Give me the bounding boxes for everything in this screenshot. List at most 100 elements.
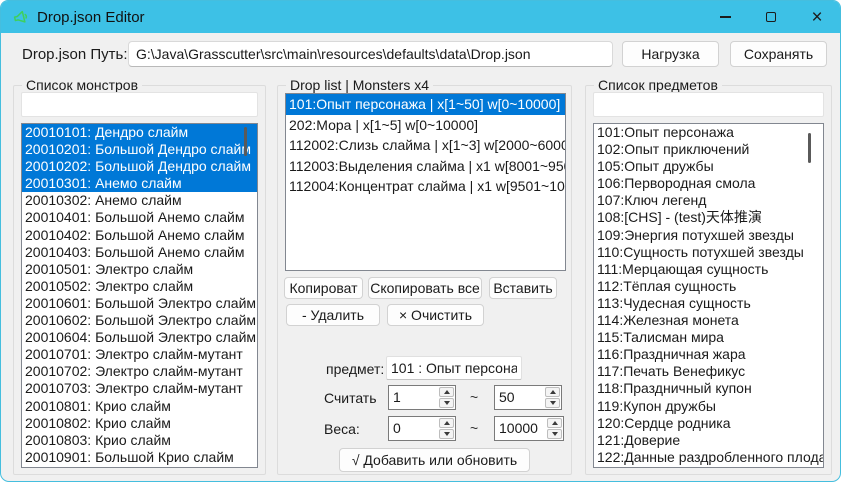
item-list[interactable]: 101:Опыт персонажа102:Опыт приключений10… — [593, 123, 824, 468]
count-max-stepper[interactable]: 50 — [494, 385, 562, 410]
count-max-value: 50 — [495, 386, 544, 409]
minimize-button[interactable] — [702, 1, 748, 33]
add-or-update-button[interactable]: √ Добавить или обновить — [339, 448, 530, 472]
weight-min-down-button[interactable] — [439, 429, 454, 439]
list-item[interactable]: 120:Сердце родника — [594, 415, 823, 432]
list-item[interactable]: 20010501: Электро слайм — [22, 261, 257, 278]
monster-list[interactable]: 20010101: Дендро слайм20010201: Большой … — [21, 123, 258, 468]
list-item[interactable]: 112:Тёплая сущность — [594, 278, 823, 295]
list-item[interactable]: 112004:Концентрат слайма | x1 w[9501~100… — [286, 176, 565, 197]
copy-all-button[interactable]: Скопировать все — [368, 277, 482, 299]
megaphone-app-icon — [11, 8, 29, 26]
list-item[interactable]: 20010302: Анемо слайм — [22, 192, 257, 209]
list-item[interactable]: 20010604: Большой Электро слайм — [22, 329, 257, 346]
list-item[interactable]: 20010601: Большой Электро слайм — [22, 295, 257, 312]
item-field[interactable] — [386, 356, 522, 380]
list-item[interactable]: 202:Мора | x[1~5] w[0~10000] — [286, 115, 565, 136]
list-item[interactable]: 107:Ключ легенд — [594, 192, 823, 209]
weight-min-value: 0 — [389, 417, 438, 440]
clear-button[interactable]: × Очистить — [387, 304, 484, 326]
list-item[interactable]: 20010101: Дендро слайм — [22, 124, 257, 141]
weight-max-stepper[interactable]: 10000 — [494, 416, 564, 441]
arrow-up-icon — [550, 390, 556, 394]
list-item[interactable]: 105:Опыт дружбы — [594, 158, 823, 175]
list-item[interactable]: 118:Праздничный купон — [594, 380, 823, 397]
count-max-up-button[interactable] — [545, 387, 560, 397]
item-search-input[interactable] — [593, 92, 824, 117]
monster-search-input[interactable] — [21, 92, 258, 117]
window-controls: × — [702, 1, 840, 33]
list-item[interactable]: 112003:Выделения слайма | x1 w[8001~9500… — [286, 156, 565, 177]
drop-list[interactable]: 101:Опыт персонажа | x[1~50] w[0~10000]2… — [285, 93, 566, 271]
item-list-scrollbar-thumb[interactable] — [808, 133, 811, 163]
list-item[interactable]: 102:Опыт приключений — [594, 141, 823, 158]
load-button[interactable]: Нагрузка — [622, 41, 719, 67]
list-item[interactable]: 20010403: Большой Анемо слайм — [22, 244, 257, 261]
count-min-spin-buttons — [438, 386, 455, 409]
item-label: предмет: — [326, 361, 384, 377]
minimize-icon — [720, 16, 731, 18]
count-max-down-button[interactable] — [545, 398, 560, 408]
list-item[interactable]: 121:Доверие — [594, 432, 823, 449]
path-label: Drop.json Путь: — [22, 46, 128, 63]
list-item[interactable]: 20010802: Крио слайм — [22, 415, 257, 432]
list-item[interactable]: 111:Мерцающая сущность — [594, 261, 823, 278]
list-item[interactable]: 20010301: Анемо слайм — [22, 175, 257, 192]
close-button[interactable]: × — [794, 1, 840, 33]
list-item[interactable]: 109:Энергия потухшей звезды — [594, 227, 823, 244]
list-item[interactable]: 110:Сущность потухшей звезды — [594, 244, 823, 261]
close-icon: × — [811, 8, 822, 27]
arrow-down-icon — [444, 432, 450, 436]
weight-max-up-button[interactable] — [547, 418, 562, 428]
maximize-button[interactable] — [748, 1, 794, 33]
weight-max-down-button[interactable] — [547, 429, 562, 439]
count-min-stepper[interactable]: 1 — [388, 385, 456, 410]
weight-min-stepper[interactable]: 0 — [388, 416, 456, 441]
list-item[interactable]: 20010502: Электро слайм — [22, 278, 257, 295]
path-input[interactable] — [128, 41, 613, 67]
list-item[interactable]: 20010401: Большой Анемо слайм — [22, 209, 257, 226]
list-item[interactable]: 20010701: Электро слайм-мутант — [22, 346, 257, 363]
weight-max-value: 10000 — [495, 417, 546, 440]
list-item[interactable]: 114:Железная монета — [594, 312, 823, 329]
count-label: Считать — [324, 390, 377, 406]
weight-min-up-button[interactable] — [439, 418, 454, 428]
list-item[interactable]: 115:Талисман мира — [594, 329, 823, 346]
list-item[interactable]: 116:Праздничная жара — [594, 346, 823, 363]
list-item[interactable]: 122:Данные раздробленного плода — [594, 449, 823, 466]
list-item[interactable]: 119:Купон дружбы — [594, 398, 823, 415]
paste-button[interactable]: Вставить — [489, 277, 557, 299]
count-max-spin-buttons — [544, 386, 561, 409]
weight-max-spin-buttons — [546, 417, 563, 440]
list-item[interactable]: 20010602: Большой Электро слайм — [22, 312, 257, 329]
count-min-down-button[interactable] — [439, 398, 454, 408]
list-item[interactable]: 101:Опыт персонажа — [594, 124, 823, 141]
title-bar[interactable]: Drop.json Editor × — [1, 1, 840, 33]
list-item[interactable]: 20010402: Большой Анемо слайм — [22, 227, 257, 244]
copy-button[interactable]: Копироват — [284, 277, 363, 299]
list-item[interactable]: 20010202: Большой Дендро слайм — [22, 158, 257, 175]
droplist-panel: Drop list | Monsters x4 101:Опыт персона… — [277, 85, 572, 475]
items-panel: Список предметов 101:Опыт персонажа102:О… — [585, 85, 832, 475]
list-item[interactable]: 112002:Слизь слайма | x[1~3] w[2000~6000… — [286, 135, 565, 156]
list-item[interactable]: 20010702: Электро слайм-мутант — [22, 363, 257, 380]
list-item[interactable]: 20010901: Большой Крио слайм — [22, 449, 257, 466]
monsters-panel: Список монстров 20010101: Дендро слайм20… — [13, 85, 266, 475]
list-item[interactable]: 108:[CHS] - (test)天体推演 — [594, 209, 823, 226]
droplist-panel-title: Drop list | Monsters x4 — [286, 77, 433, 93]
app-window: Drop.json Editor × Drop.json Путь: Нагру… — [0, 0, 841, 482]
arrow-down-icon — [444, 401, 450, 405]
list-item[interactable]: 20010201: Большой Дендро слайм — [22, 141, 257, 158]
list-item[interactable]: 113:Чудесная сущность — [594, 295, 823, 312]
list-item[interactable]: 106:Первородная смола — [594, 175, 823, 192]
list-item[interactable]: 101:Опыт персонажа | x[1~50] w[0~10000] — [286, 94, 565, 115]
list-item[interactable]: 20010801: Крио слайм — [22, 398, 257, 415]
delete-button[interactable]: - Удалить — [286, 304, 380, 326]
list-item[interactable]: 20010803: Крио слайм — [22, 432, 257, 449]
list-item[interactable]: 117:Печать Венефикус — [594, 363, 823, 380]
save-button[interactable]: Сохранять — [730, 41, 827, 67]
monster-list-scrollbar-thumb[interactable] — [244, 127, 247, 156]
list-item[interactable]: 20010703: Электро слайм-мутант — [22, 380, 257, 397]
count-min-up-button[interactable] — [439, 387, 454, 397]
arrow-down-icon — [552, 432, 558, 436]
